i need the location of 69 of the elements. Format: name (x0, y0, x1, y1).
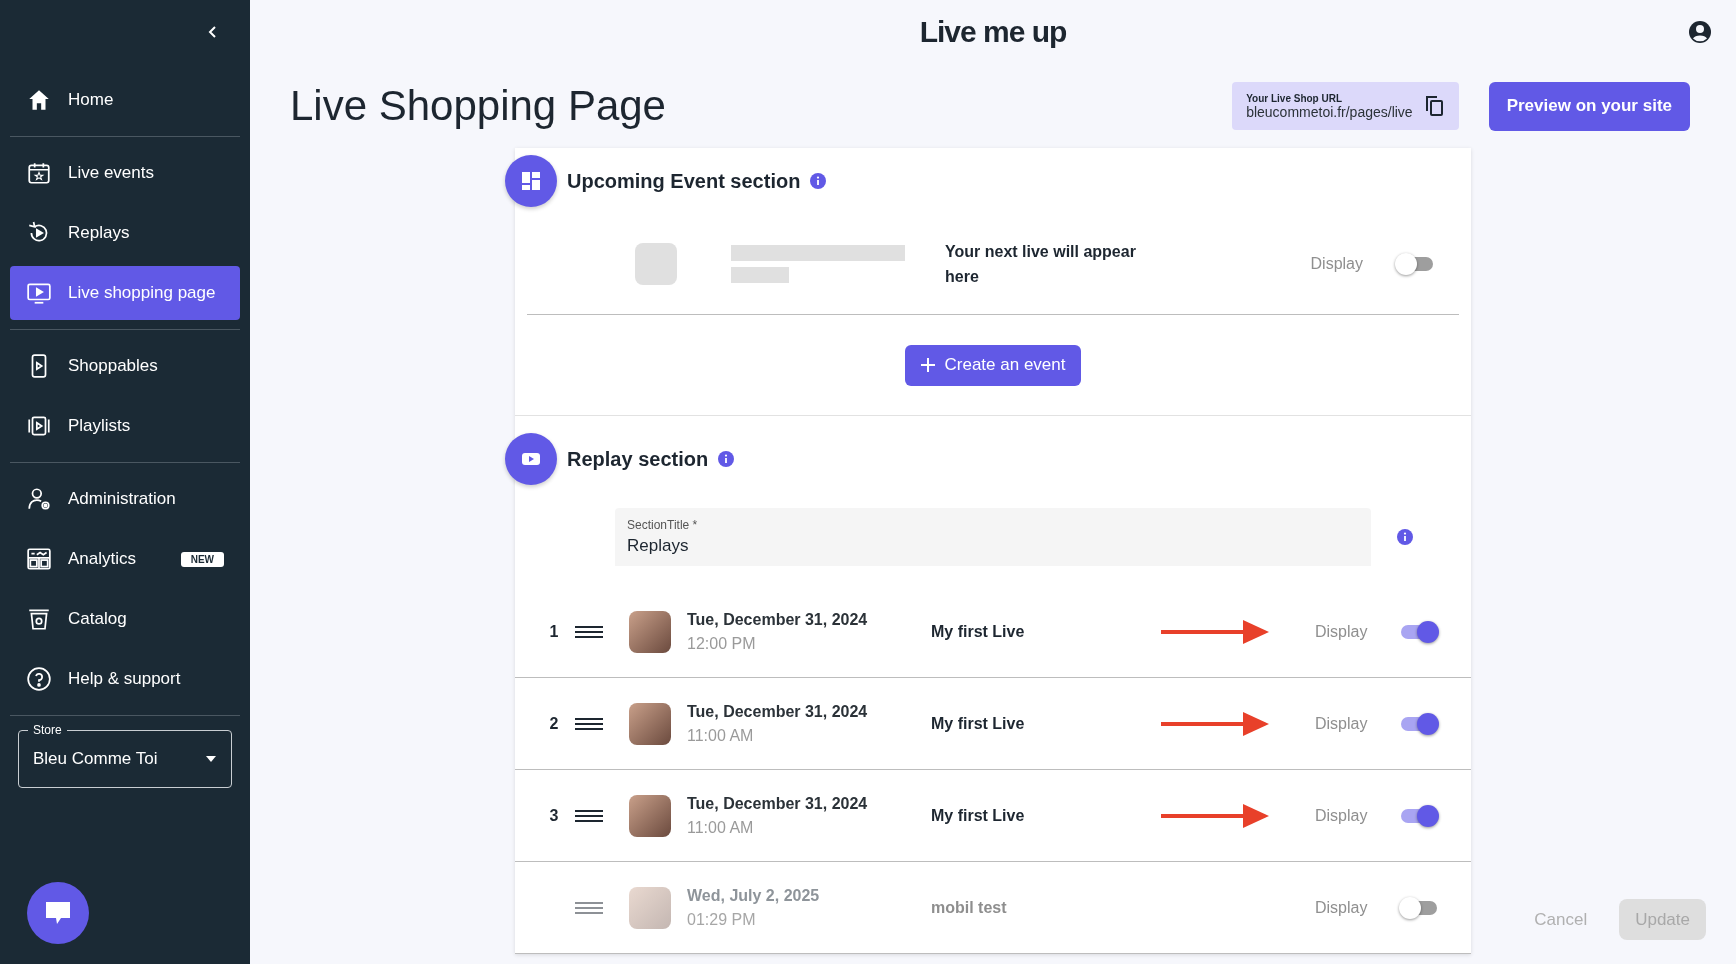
sidebar-item[interactable]: Administration (10, 472, 240, 526)
replay-date: Tue, December 31, 2024 (687, 794, 869, 813)
sidebar-item[interactable]: Live events (10, 146, 240, 200)
text-placeholder-bar (731, 267, 789, 283)
section-title: Upcoming Event section (567, 169, 801, 193)
create-event-button[interactable]: Create an event (904, 344, 1082, 386)
drag-handle-icon[interactable] (575, 716, 603, 731)
display-label: Display (1310, 255, 1363, 273)
replay-title: My first Live (931, 622, 1026, 641)
replay-time: 12:00 PM (687, 634, 757, 653)
url-label: Your Live Shop URL (1246, 92, 1344, 104)
sidebar-item[interactable]: Help & support (10, 652, 240, 706)
placeholder-message: Your next live will appear here (945, 242, 1137, 287)
row-number: 1 (548, 622, 560, 641)
photo-placeholder (629, 610, 671, 653)
display-label: Display (1315, 898, 1368, 917)
drag-handle-icon[interactable] (575, 808, 603, 823)
sidebar-item[interactable]: Analytics NEW (10, 532, 240, 586)
basket-icon (26, 606, 52, 632)
chat-bubble-icon (44, 900, 72, 926)
preview-button[interactable]: Preview on your site (1488, 81, 1690, 131)
image-placeholder (635, 243, 677, 285)
sidebar-item[interactable]: Replays (10, 206, 240, 260)
new-badge: NEW (180, 551, 224, 567)
dashboard-icon (26, 546, 52, 572)
playlist-icon (26, 413, 52, 439)
section-title: Replay section (567, 447, 709, 471)
display-toggle[interactable] (1399, 711, 1440, 736)
display-label: Display (1315, 714, 1368, 733)
photo-placeholder (629, 886, 671, 929)
account-icon[interactable] (1688, 20, 1712, 44)
page-title: Live Shopping Page (290, 82, 667, 130)
replay-time: 11:00 AM (687, 818, 755, 837)
drag-handle-icon[interactable] (575, 900, 603, 915)
replay-title: My first Live (931, 806, 1026, 825)
sidebar-item[interactable]: Shoppables (10, 339, 240, 393)
url-text: bleucommetoi.fr/pages/live (1246, 103, 1413, 120)
display-toggle[interactable] (1399, 619, 1440, 644)
user-gear-icon (26, 486, 52, 512)
row-number: 3 (548, 806, 560, 825)
replay-date: Wed, July 2, 2025 (687, 886, 821, 905)
display-toggle[interactable] (1395, 252, 1435, 276)
replay-title: My first Live (931, 714, 1026, 733)
sidebar-item[interactable]: Live shopping page (10, 266, 240, 320)
info-icon[interactable] (1397, 529, 1413, 545)
help-icon (26, 666, 52, 692)
sidebar-item[interactable]: Catalog (10, 592, 240, 646)
logo: Live me up (919, 15, 1067, 49)
display-label: Display (1315, 622, 1368, 641)
info-icon[interactable] (810, 173, 827, 189)
photo-placeholder (629, 702, 671, 745)
drag-handle-icon[interactable] (575, 624, 603, 639)
display-label: Display (1315, 806, 1368, 825)
sidebar-item[interactable]: Playlists (10, 399, 240, 453)
sidebar-item[interactable]: Home (10, 73, 240, 127)
replay-title: mobil test (931, 898, 1008, 917)
photo-placeholder (629, 794, 671, 837)
replay-time: 11:00 AM (687, 726, 755, 745)
calendar-icon (26, 160, 52, 186)
replay-date: Tue, December 31, 2024 (687, 702, 869, 721)
plus-icon (920, 358, 935, 372)
section-title-field[interactable]: SectionTitle * Replays (615, 508, 1371, 566)
info-icon[interactable] (718, 451, 735, 467)
replay-date: Tue, December 31, 2024 (687, 610, 869, 629)
row-number: 2 (548, 714, 560, 733)
display-toggle[interactable] (1399, 803, 1440, 828)
replay-time: 01:29 PM (687, 910, 757, 929)
caret-icon (205, 755, 217, 763)
screen-play-icon (26, 280, 52, 306)
